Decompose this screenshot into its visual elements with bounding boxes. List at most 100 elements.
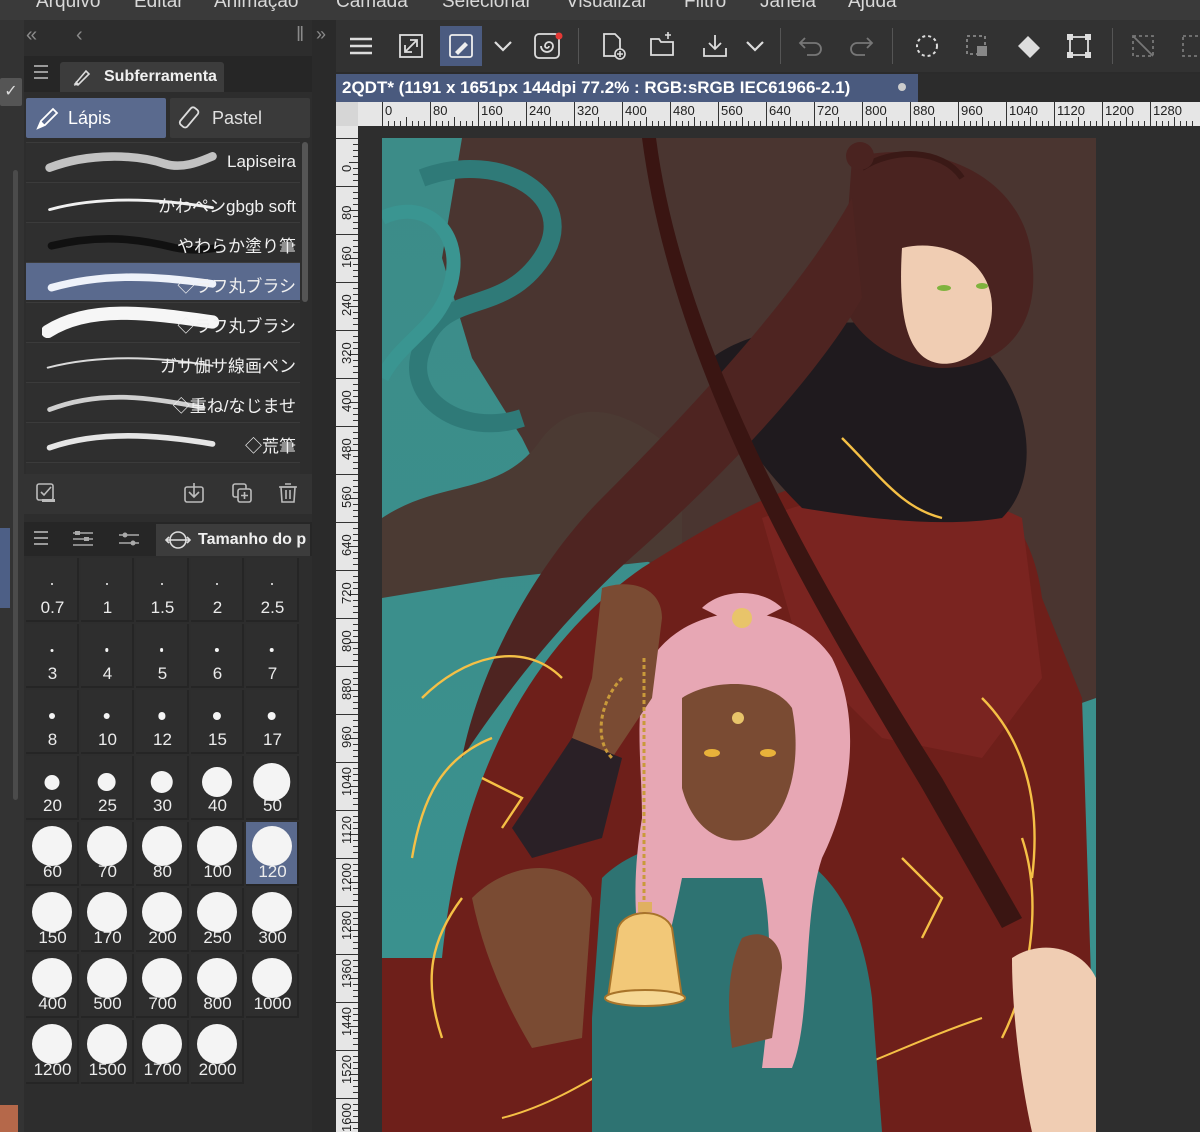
undo-button[interactable] — [790, 26, 832, 66]
check-icon[interactable]: ✓ — [0, 78, 22, 106]
brush-size-option[interactable]: 50 — [246, 756, 299, 820]
sliders-icon[interactable] — [116, 528, 142, 550]
canvas-area[interactable] — [358, 126, 1200, 1132]
brush-size-option[interactable]: 1200 — [26, 1020, 79, 1084]
tab-subtool[interactable]: Subferramenta — [60, 62, 224, 92]
brush-size-option[interactable]: 0.7 — [26, 558, 79, 622]
artwork-image[interactable] — [382, 138, 1096, 1132]
brush-size-option[interactable]: 800 — [191, 954, 244, 1018]
collapse-left-icon[interactable]: « — [26, 24, 37, 47]
brush-size-option[interactable]: 700 — [136, 954, 189, 1018]
brush-item[interactable]: ◇重ね/なじませ — [26, 382, 300, 420]
import-icon[interactable] — [182, 481, 206, 505]
brush-size-option[interactable]: 1 — [81, 558, 134, 622]
brush-size-option[interactable]: 100 — [191, 822, 244, 886]
brush-size-option[interactable]: 7 — [246, 624, 299, 688]
brush-size-option[interactable]: 400 — [26, 954, 79, 1018]
brush-size-option[interactable]: 30 — [136, 756, 189, 820]
brush-size-option[interactable]: 120 — [246, 822, 299, 886]
save-dropdown-button[interactable] — [738, 26, 768, 66]
ruler-label: 1440 — [339, 1007, 354, 1036]
menu-item[interactable]: Arquivo — [36, 0, 100, 13]
left-scrollbar[interactable] — [13, 170, 18, 800]
save-button[interactable] — [694, 26, 736, 66]
brush-item[interactable]: ◇荒筆 — [26, 422, 300, 460]
brush-size-option[interactable]: 300 — [246, 888, 299, 952]
clear-selection-button[interactable] — [1122, 26, 1164, 66]
menu-item[interactable]: Janela — [760, 0, 816, 13]
new-file-icon — [603, 33, 626, 60]
brush-size-option[interactable]: 20 — [26, 756, 79, 820]
brush-item[interactable]: ◇ラフ丸ブラシ — [26, 262, 300, 300]
brush-size-option[interactable]: 2 — [191, 558, 244, 622]
redo-button[interactable] — [840, 26, 882, 66]
color-swatch[interactable] — [0, 1105, 18, 1132]
brush-size-option[interactable]: 6 — [191, 624, 244, 688]
menu-item[interactable]: Ajuda — [848, 0, 897, 13]
tool-pen-button[interactable] — [440, 26, 482, 66]
brush-size-option[interactable]: 170 — [81, 888, 134, 952]
brush-item[interactable]: Lapiseira — [26, 142, 300, 180]
brush-size-option[interactable]: 1500 — [81, 1020, 134, 1084]
fullscreen-button[interactable] — [390, 26, 432, 66]
transform-button[interactable] — [1058, 26, 1100, 66]
brush-size-option[interactable]: 2000 — [191, 1020, 244, 1084]
main-menu-button[interactable] — [340, 26, 382, 66]
brush-size-option[interactable]: 250 — [191, 888, 244, 952]
brush-size-option[interactable]: 1000 — [246, 954, 299, 1018]
menu-item[interactable]: Animação — [214, 0, 299, 13]
brush-size-option[interactable]: 12 — [136, 690, 189, 754]
brush-size-option[interactable]: 1700 — [136, 1020, 189, 1084]
fill-button[interactable] — [1008, 26, 1050, 66]
brush-item[interactable]: やわらか塗り筆 — [26, 222, 300, 260]
ruler-tick — [1126, 117, 1127, 126]
brush-size-option[interactable]: 60 — [26, 822, 79, 886]
menu-item[interactable]: Editar — [134, 0, 184, 13]
brush-size-option[interactable]: 3 — [26, 624, 79, 688]
tool-dropdown-button[interactable] — [486, 26, 516, 66]
brush-size-option[interactable]: 25 — [81, 756, 134, 820]
brush-size-option[interactable]: 17 — [246, 690, 299, 754]
brush-size-option[interactable]: 1.5 — [136, 558, 189, 622]
brush-size-option[interactable]: 4 — [81, 624, 134, 688]
open-file-button[interactable] — [642, 26, 684, 66]
quick-access-button[interactable] — [526, 26, 568, 66]
more-button[interactable] — [1172, 26, 1200, 66]
canvas-tab[interactable]: 2QDT* (1191 x 1651px 144dpi 77.2% : RGB:… — [336, 74, 918, 102]
deselect-button[interactable] — [956, 26, 998, 66]
chevron-left-icon[interactable]: ‹ — [76, 24, 83, 47]
brush-size-option[interactable]: 70 — [81, 822, 134, 886]
trash-icon[interactable] — [276, 481, 300, 505]
brush-size-option[interactable]: 5 — [136, 624, 189, 688]
menu-icon[interactable] — [34, 531, 48, 549]
brush-size-option[interactable]: 80 — [136, 822, 189, 886]
brush-size-option[interactable]: 200 — [136, 888, 189, 952]
brush-size-option[interactable]: 15 — [191, 690, 244, 754]
menu-item[interactable]: Filtro — [684, 0, 726, 13]
brush-size-option[interactable]: 10 — [81, 690, 134, 754]
brush-size-option[interactable]: 500 — [81, 954, 134, 1018]
menu-icon[interactable] — [34, 65, 48, 83]
tab-brush-size[interactable]: Tamanho do p — [156, 524, 310, 556]
panel-handle-icon[interactable]: ‖ — [296, 24, 304, 47]
new-file-button[interactable] — [592, 26, 634, 66]
expand-right-icon[interactable]: » — [316, 24, 326, 45]
duplicate-icon[interactable] — [230, 481, 254, 505]
close-tab-icon[interactable] — [898, 83, 906, 91]
brush-list-scrollbar[interactable] — [302, 142, 308, 302]
menu-item[interactable]: Camada — [336, 0, 408, 13]
group-lapis-button[interactable]: Lápis — [26, 98, 166, 138]
tool-property-icon[interactable] — [70, 528, 96, 550]
brush-item[interactable]: ◇ラフ丸ブラシ — [26, 302, 300, 340]
menu-item[interactable]: Selecionar — [442, 0, 532, 13]
brush-size-option[interactable]: 2.5 — [246, 558, 299, 622]
brush-size-option[interactable]: 150 — [26, 888, 79, 952]
brush-item[interactable]: ガサ伽サ線画ペン — [26, 342, 300, 380]
brush-item[interactable]: かわペンgbgb soft — [26, 182, 300, 220]
menu-item[interactable]: Visualizar — [566, 0, 648, 13]
select-all-button[interactable] — [906, 26, 948, 66]
group-pastel-button[interactable]: Pastel — [170, 98, 310, 138]
brush-size-option[interactable]: 8 — [26, 690, 79, 754]
brush-settings-icon[interactable] — [34, 481, 58, 505]
brush-size-option[interactable]: 40 — [191, 756, 244, 820]
